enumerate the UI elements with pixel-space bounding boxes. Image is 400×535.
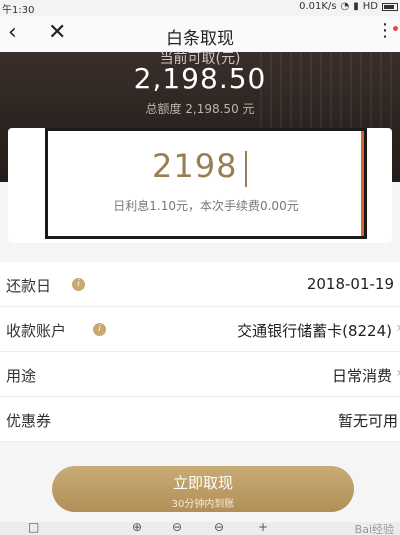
wifi-icon: ◔: [340, 1, 350, 12]
chevron-right-icon: ›: [396, 365, 400, 381]
zoom-in-icon[interactable]: ⊕: [132, 520, 142, 534]
minus-icon[interactable]: ⊖: [214, 520, 224, 534]
signal-label: HD: [362, 1, 378, 12]
row-value: 交通银行储蓄卡(8224): [237, 322, 392, 340]
notification-dot: [393, 26, 398, 31]
text-caret: [245, 151, 247, 187]
row-label: 用途: [6, 367, 37, 385]
page-title: 白条取现: [166, 29, 234, 49]
row-purpose[interactable]: 用途 日常消费 ›: [0, 352, 400, 397]
available-amount: 2,198.50: [133, 62, 267, 95]
signal-icon: ▮: [353, 1, 359, 12]
withdraw-now-label: 立即取现: [172, 474, 233, 492]
status-right: 0.01K/s ◔ ▮ HD: [299, 1, 398, 12]
detail-list: 还款日 i 2018-01-19 收款账户 i 交通银行储蓄卡(8224) › …: [0, 262, 400, 442]
more-icon[interactable]: ⋮: [376, 20, 394, 42]
interest-hint: 日利息1.10元，本次手续费0.00元: [113, 199, 299, 213]
row-label: 收款账户: [6, 322, 67, 340]
amount-input[interactable]: 2198 日利息1.10元，本次手续费0.00元: [45, 128, 367, 239]
amount-value: 2198: [152, 147, 238, 185]
row-receiving-account[interactable]: 收款账户 i 交通银行储蓄卡(8224) ›: [0, 307, 400, 352]
watermark: Bai经验: [354, 523, 394, 535]
withdraw-now-button[interactable]: 立即取现 30分钟内到账: [52, 466, 354, 512]
arrival-time-label: 30分钟内到账: [171, 499, 235, 510]
plus-icon[interactable]: +: [258, 520, 268, 534]
net-speed: 0.01K/s: [299, 1, 337, 12]
row-label: 优惠券: [6, 412, 52, 430]
row-value: 暂无可用: [337, 412, 398, 430]
nav-bar: ‹ ✕ 白条取现 ⋮: [0, 16, 400, 52]
row-coupon[interactable]: 优惠券 暂无可用: [0, 397, 400, 442]
row-value: 2018-01-19: [306, 275, 394, 293]
row-value: 日常消费: [331, 367, 392, 385]
status-bar: 午1:30 0.01K/s ◔ ▮ HD: [0, 0, 400, 16]
battery-icon: [382, 2, 398, 11]
total-credit: 总额度 2,198.50 元: [145, 102, 255, 116]
input-accent: [361, 131, 364, 236]
row-label: 还款日: [6, 277, 52, 295]
zoom-out-icon[interactable]: ⊖: [172, 520, 182, 534]
row-repayment-date: 还款日 i 2018-01-19: [0, 262, 400, 307]
browser-toolbar: □ ⊕ ⊖ ⊖ +: [0, 520, 400, 535]
info-icon[interactable]: i: [93, 323, 106, 336]
square-icon[interactable]: □: [28, 520, 39, 534]
status-time: 午1:30: [2, 5, 35, 16]
info-icon[interactable]: i: [72, 278, 85, 291]
chevron-right-icon: ›: [396, 320, 400, 336]
